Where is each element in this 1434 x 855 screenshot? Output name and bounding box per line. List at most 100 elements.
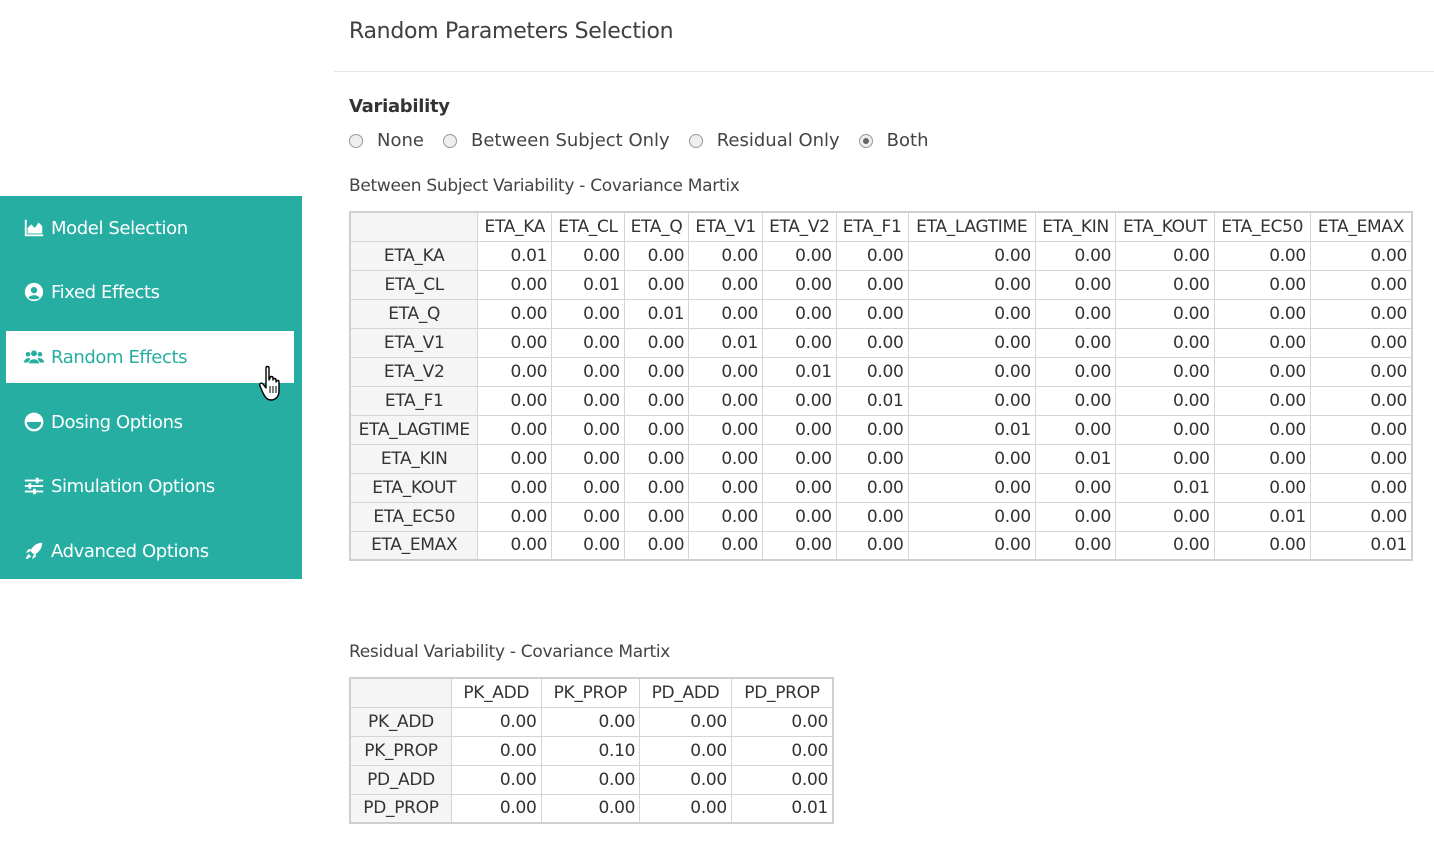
matrix-cell[interactable]: 0.00: [762, 501, 837, 532]
matrix-cell[interactable]: 0.00: [551, 298, 625, 329]
matrix-cell[interactable]: 0.00: [477, 414, 553, 445]
matrix-cell[interactable]: 0.00: [623, 472, 690, 503]
matrix-cell[interactable]: 0.00: [688, 414, 763, 445]
matrix-cell[interactable]: 0.00: [1115, 269, 1215, 300]
matrix-cell[interactable]: 0.00: [623, 356, 690, 387]
matrix-cell[interactable]: 0.00: [551, 443, 625, 474]
matrix-cell[interactable]: 0.00: [623, 443, 690, 474]
matrix-cell[interactable]: 0.00: [551, 501, 625, 532]
matrix-cell[interactable]: 0.00: [623, 240, 690, 271]
radio-button[interactable]: [442, 133, 457, 148]
matrix-cell[interactable]: 0.00: [688, 298, 763, 329]
radio-none[interactable]: None: [349, 130, 424, 151]
matrix-cell[interactable]: 0.00: [835, 443, 909, 474]
matrix-cell[interactable]: 0.00: [1213, 414, 1311, 445]
matrix-cell[interactable]: 0.00: [1213, 298, 1311, 329]
matrix-cell[interactable]: 0.00: [639, 735, 732, 766]
matrix-cell[interactable]: 0.00: [1115, 298, 1215, 329]
matrix-cell[interactable]: 0.01: [623, 298, 690, 329]
matrix-cell[interactable]: 0.00: [1213, 472, 1311, 503]
matrix-cell[interactable]: 0.00: [907, 269, 1036, 300]
matrix-cell[interactable]: 0.01: [688, 327, 763, 358]
matrix-cell[interactable]: 0.00: [835, 298, 909, 329]
matrix-cell[interactable]: 0.00: [730, 706, 834, 737]
matrix-cell[interactable]: 0.00: [477, 501, 553, 532]
radio-both[interactable]: Both: [858, 130, 929, 151]
matrix-cell[interactable]: 0.00: [688, 385, 763, 416]
matrix-cell[interactable]: 0.00: [623, 327, 690, 358]
matrix-cell[interactable]: 0.00: [1034, 530, 1117, 561]
matrix-cell[interactable]: 0.01: [1213, 501, 1311, 532]
matrix-cell[interactable]: 0.00: [551, 414, 625, 445]
matrix-cell[interactable]: 0.00: [1309, 356, 1413, 387]
nav-item-fixed-effects[interactable]: Fixed Effects: [6, 266, 294, 318]
radio-button[interactable]: [349, 133, 363, 148]
matrix-cell[interactable]: 0.00: [762, 472, 837, 503]
matrix-cell[interactable]: 0.00: [1309, 385, 1413, 416]
matrix-cell[interactable]: 0.00: [1115, 414, 1215, 445]
matrix-cell[interactable]: 0.00: [907, 530, 1036, 561]
matrix-cell[interactable]: 0.00: [540, 706, 641, 737]
matrix-cell[interactable]: 0.00: [907, 298, 1036, 329]
matrix-cell[interactable]: 0.00: [1115, 530, 1215, 561]
matrix-cell[interactable]: 0.00: [1213, 530, 1311, 561]
matrix-cell[interactable]: 0.01: [835, 385, 909, 416]
matrix-cell[interactable]: 0.00: [762, 240, 837, 271]
matrix-cell[interactable]: 0.00: [623, 501, 690, 532]
matrix-cell[interactable]: 0.00: [477, 472, 553, 503]
matrix-cell[interactable]: 0.00: [1213, 327, 1311, 358]
matrix-cell[interactable]: 0.00: [1213, 443, 1311, 474]
matrix-cell[interactable]: 0.00: [1115, 385, 1215, 416]
matrix-cell[interactable]: 0.00: [451, 764, 542, 795]
matrix-cell[interactable]: 0.00: [477, 356, 553, 387]
matrix-cell[interactable]: 0.01: [762, 356, 837, 387]
matrix-cell[interactable]: 0.00: [762, 443, 837, 474]
matrix-cell[interactable]: 0.00: [639, 706, 732, 737]
matrix-cell[interactable]: 0.01: [551, 269, 625, 300]
nav-item-random-effects[interactable]: Random Effects: [6, 331, 294, 383]
matrix-cell[interactable]: 0.00: [1115, 356, 1215, 387]
nav-item-dosing-options[interactable]: Dosing Options: [6, 396, 294, 448]
matrix-cell[interactable]: 0.00: [1034, 501, 1117, 532]
nav-item-model-selection[interactable]: Model Selection: [6, 202, 294, 254]
matrix-cell[interactable]: 0.00: [688, 443, 763, 474]
radio-between-subject-only[interactable]: Between Subject Only: [442, 130, 670, 151]
matrix-cell[interactable]: 0.00: [623, 269, 690, 300]
matrix-cell[interactable]: 0.00: [551, 472, 625, 503]
matrix-cell[interactable]: 0.01: [1309, 530, 1413, 561]
matrix-cell[interactable]: 0.00: [1213, 385, 1311, 416]
matrix-cell[interactable]: 0.00: [762, 298, 837, 329]
matrix-cell[interactable]: 0.10: [540, 735, 641, 766]
matrix-cell[interactable]: 0.00: [1034, 414, 1117, 445]
matrix-cell[interactable]: 0.00: [688, 356, 763, 387]
matrix-cell[interactable]: 0.00: [451, 793, 542, 824]
matrix-cell[interactable]: 0.00: [1309, 414, 1413, 445]
matrix-cell[interactable]: 0.00: [688, 472, 763, 503]
matrix-cell[interactable]: 0.00: [835, 356, 909, 387]
matrix-cell[interactable]: 0.00: [1309, 298, 1413, 329]
matrix-cell[interactable]: 0.00: [835, 501, 909, 532]
matrix-cell[interactable]: 0.00: [540, 793, 641, 824]
matrix-cell[interactable]: 0.00: [477, 298, 553, 329]
matrix-cell[interactable]: 0.00: [1213, 269, 1311, 300]
matrix-cell[interactable]: 0.00: [1034, 240, 1117, 271]
matrix-cell[interactable]: 0.00: [835, 327, 909, 358]
matrix-cell[interactable]: 0.00: [477, 269, 553, 300]
matrix-cell[interactable]: 0.00: [1115, 240, 1215, 271]
matrix-cell[interactable]: 0.00: [1115, 501, 1215, 532]
matrix-cell[interactable]: 0.00: [623, 385, 690, 416]
matrix-cell[interactable]: 0.00: [623, 414, 690, 445]
matrix-cell[interactable]: 0.00: [1115, 327, 1215, 358]
matrix-cell[interactable]: 0.00: [551, 530, 625, 561]
matrix-cell[interactable]: 0.00: [1309, 443, 1413, 474]
matrix-cell[interactable]: 0.00: [688, 501, 763, 532]
matrix-cell[interactable]: 0.00: [762, 327, 837, 358]
matrix-cell[interactable]: 0.00: [1115, 443, 1215, 474]
matrix-cell[interactable]: 0.00: [762, 530, 837, 561]
matrix-cell[interactable]: 0.00: [835, 240, 909, 271]
matrix-cell[interactable]: 0.00: [762, 414, 837, 445]
matrix-cell[interactable]: 0.00: [551, 385, 625, 416]
matrix-cell[interactable]: 0.00: [540, 764, 641, 795]
matrix-cell[interactable]: 0.00: [477, 385, 553, 416]
matrix-cell[interactable]: 0.00: [730, 735, 834, 766]
